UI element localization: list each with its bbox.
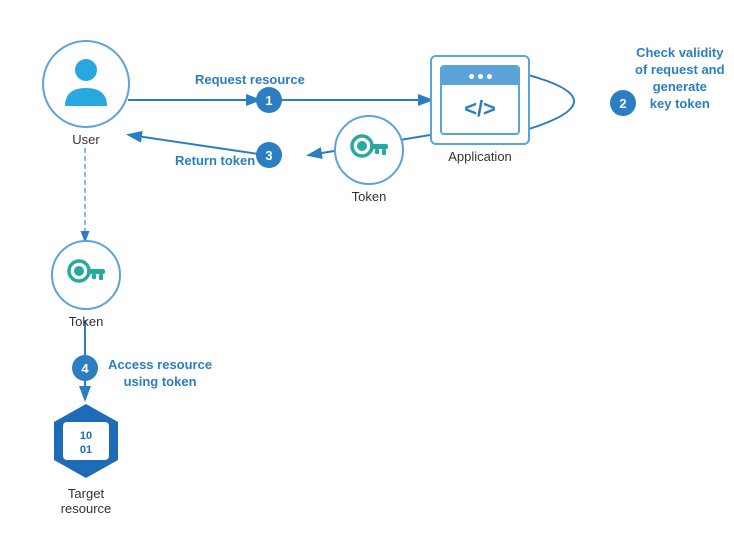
target-hex-icon: 10 01 xyxy=(45,400,127,482)
dot2 xyxy=(478,74,483,79)
user-icon xyxy=(59,54,114,114)
target-resource-node: 10 01 Target resource xyxy=(42,400,130,516)
dot3 xyxy=(487,74,492,79)
return-token-label: Return token xyxy=(175,153,255,168)
token-mid-circle xyxy=(334,115,404,185)
access-resource-label: Access resource using token xyxy=(108,340,212,391)
step1-badge: 1 xyxy=(256,87,282,113)
step2-badge: 2 xyxy=(610,90,636,116)
svg-text:10: 10 xyxy=(80,430,92,442)
svg-text:01: 01 xyxy=(80,444,92,456)
token-user-circle xyxy=(51,240,121,310)
token-mid-label: Token xyxy=(352,189,387,204)
app-box-inner: </> xyxy=(440,65,520,135)
diagram: User 1 Request resource </> Application … xyxy=(0,0,734,535)
app-box-header xyxy=(442,67,518,85)
check-validity-label: Check validity of request and generate k… xyxy=(635,28,725,112)
step3-badge: 3 xyxy=(256,142,282,168)
token-mid-node: Token xyxy=(325,115,413,204)
app-box-body: </> xyxy=(464,85,496,133)
token-user-label: Token xyxy=(69,314,104,329)
application-label: Application xyxy=(448,149,512,164)
request-resource-label: Request resource xyxy=(195,72,305,87)
token-user-node: Token xyxy=(42,240,130,329)
user-label: User xyxy=(72,132,99,147)
target-hex-container: 10 01 xyxy=(45,400,127,482)
user-circle xyxy=(42,40,130,128)
step4-badge: 4 xyxy=(72,355,98,381)
code-icon: </> xyxy=(464,96,496,122)
user-node: User xyxy=(42,40,130,147)
application-node: </> Application xyxy=(430,55,530,164)
target-label: Target resource xyxy=(42,486,130,516)
application-box: </> xyxy=(430,55,530,145)
key-mid-icon xyxy=(348,132,390,168)
key-user-icon xyxy=(65,257,107,293)
dot1 xyxy=(469,74,474,79)
